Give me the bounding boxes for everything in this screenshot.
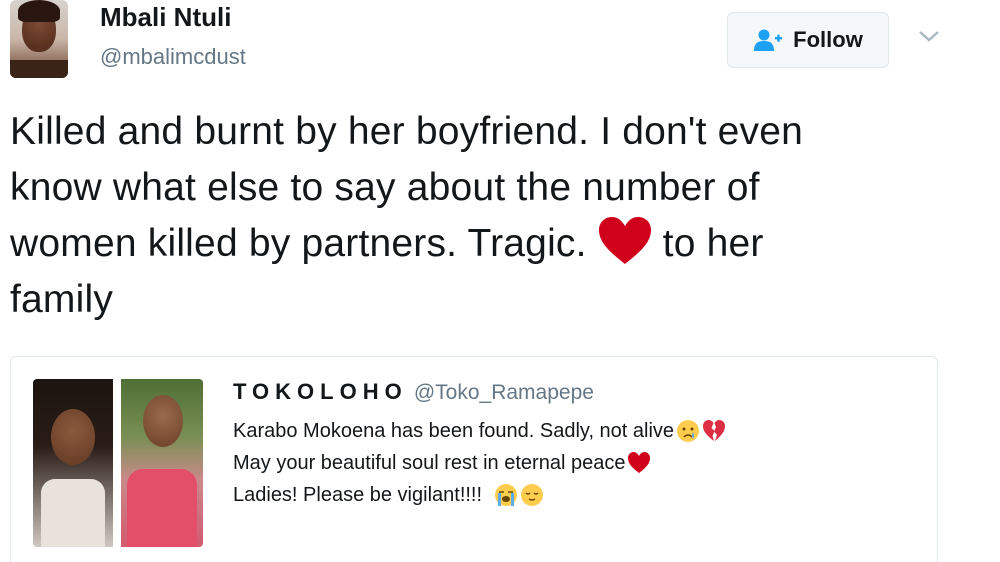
avatar-shirt	[10, 60, 68, 78]
quoted-line-text: Ladies! Please be vigilant!!!!	[233, 484, 483, 506]
quoted-tweet-media[interactable]	[33, 379, 203, 547]
follow-label: Follow	[793, 27, 863, 52]
follow-button[interactable]: Follow	[727, 12, 889, 68]
avatar-hair	[18, 0, 60, 22]
photo-left	[33, 379, 113, 547]
crying-face-icon	[677, 420, 700, 442]
quoted-line: May your beautiful soul rest in eternal …	[233, 447, 726, 479]
author-avatar[interactable]	[10, 0, 68, 78]
author-name[interactable]: Mbali Ntuli	[100, 2, 231, 33]
relieved-face-icon	[521, 484, 544, 506]
quoted-tweet-text: Karabo Mokoena has been found. Sadly, no…	[233, 415, 726, 511]
photo-right	[121, 379, 203, 547]
author-handle[interactable]: @mbalimcdust	[100, 44, 246, 70]
tweet-line: family	[10, 278, 114, 321]
tweet-line-part: women killed by partners. Tragic.	[10, 222, 587, 265]
photo-left-body	[41, 479, 105, 547]
red-heart-icon	[598, 217, 651, 264]
quoted-author-handle: @Toko_Ramapepe	[413, 381, 594, 404]
photo-right-body	[127, 469, 197, 547]
tweet-line: women killed by partners. Tragic. to her	[10, 216, 970, 272]
tweet-line: Killed and burnt by her boyfriend. I don…	[10, 110, 804, 153]
add-user-icon	[754, 29, 783, 51]
tweet-card: Mbali Ntuli @mbalimcdust Follow Killed a…	[0, 0, 1000, 562]
quoted-line-text: Karabo Mokoena has been found. Sadly, no…	[233, 420, 675, 442]
quoted-line-text: May your beautiful soul rest in eternal …	[233, 452, 626, 474]
chevron-down-icon[interactable]	[916, 26, 942, 46]
loudly-crying-face-icon	[495, 484, 518, 506]
quoted-author: TOKOLOHO @Toko_Ramapepe	[233, 379, 594, 405]
quoted-tweet[interactable]: TOKOLOHO @Toko_Ramapepe Karabo Mokoena h…	[10, 356, 938, 562]
tweet-line: know what else to say about the number o…	[10, 166, 760, 209]
red-heart-icon	[628, 452, 651, 473]
photo-right-face	[143, 395, 183, 447]
tweet-text: Killed and burnt by her boyfriend. I don…	[10, 104, 970, 328]
photo-left-face	[51, 409, 95, 465]
quoted-author-name: TOKOLOHO	[233, 379, 408, 404]
broken-heart-icon	[703, 420, 726, 441]
quoted-line: Karabo Mokoena has been found. Sadly, no…	[233, 415, 726, 447]
quoted-line: Ladies! Please be vigilant!!!!	[233, 479, 726, 511]
tweet-line-part: to her	[662, 222, 764, 265]
